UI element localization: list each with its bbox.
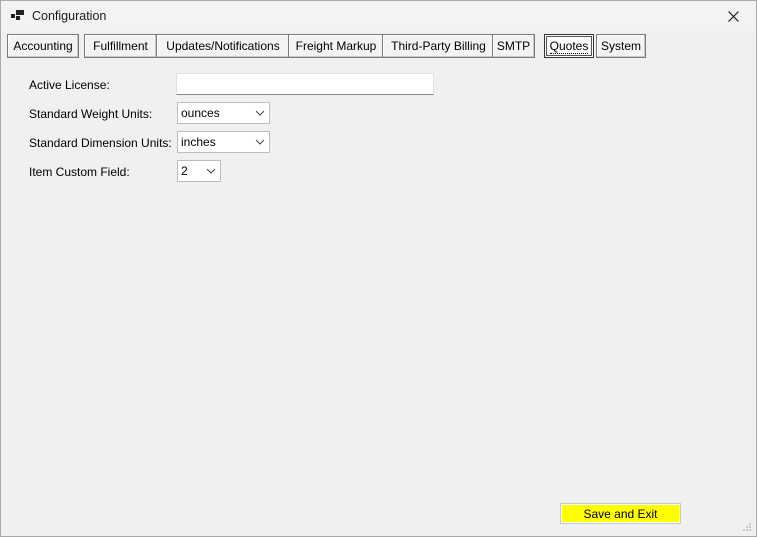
- tab-system[interactable]: System: [596, 34, 646, 58]
- save-and-exit-label: Save and Exit: [583, 506, 658, 521]
- active-license-input[interactable]: [176, 73, 434, 95]
- weight-units-label: Standard Weight Units:: [29, 107, 153, 121]
- tab-freight-markup[interactable]: Freight Markup: [288, 34, 384, 58]
- chevron-down-icon: [206, 168, 216, 174]
- tab-third-party-billing[interactable]: Third-Party Billing: [382, 34, 495, 58]
- resize-grip-icon[interactable]: [742, 522, 752, 532]
- save-and-exit-button[interactable]: Save and Exit: [560, 503, 681, 524]
- custom-field-label: Item Custom Field:: [29, 165, 130, 179]
- active-license-label: Active License:: [29, 78, 110, 92]
- close-icon: [727, 10, 739, 22]
- chevron-down-icon: [255, 110, 265, 116]
- tab-updates-notifications[interactable]: Updates/Notifications: [156, 34, 290, 58]
- title-bar[interactable]: Configuration: [1, 1, 756, 31]
- tab-fulfillment[interactable]: Fulfillment: [84, 34, 157, 58]
- dimension-units-label: Standard Dimension Units:: [29, 136, 172, 150]
- tab-quotes[interactable]: Quotes: [544, 34, 594, 58]
- close-button[interactable]: [710, 1, 756, 31]
- tab-accounting[interactable]: Accounting: [7, 34, 79, 58]
- tab-smtp[interactable]: SMTP: [492, 34, 535, 58]
- weight-units-value: ounces: [181, 106, 220, 120]
- custom-field-select[interactable]: 2: [177, 160, 221, 182]
- dimension-units-value: inches: [181, 135, 216, 149]
- app-window-icon: [11, 10, 24, 20]
- configuration-window: Configuration Accounting Fulfillment Upd…: [0, 0, 757, 537]
- chevron-down-icon: [255, 139, 265, 145]
- custom-field-value: 2: [181, 164, 188, 178]
- dimension-units-select[interactable]: inches: [177, 131, 270, 153]
- window-title: Configuration: [32, 9, 107, 23]
- weight-units-select[interactable]: ounces: [177, 102, 270, 124]
